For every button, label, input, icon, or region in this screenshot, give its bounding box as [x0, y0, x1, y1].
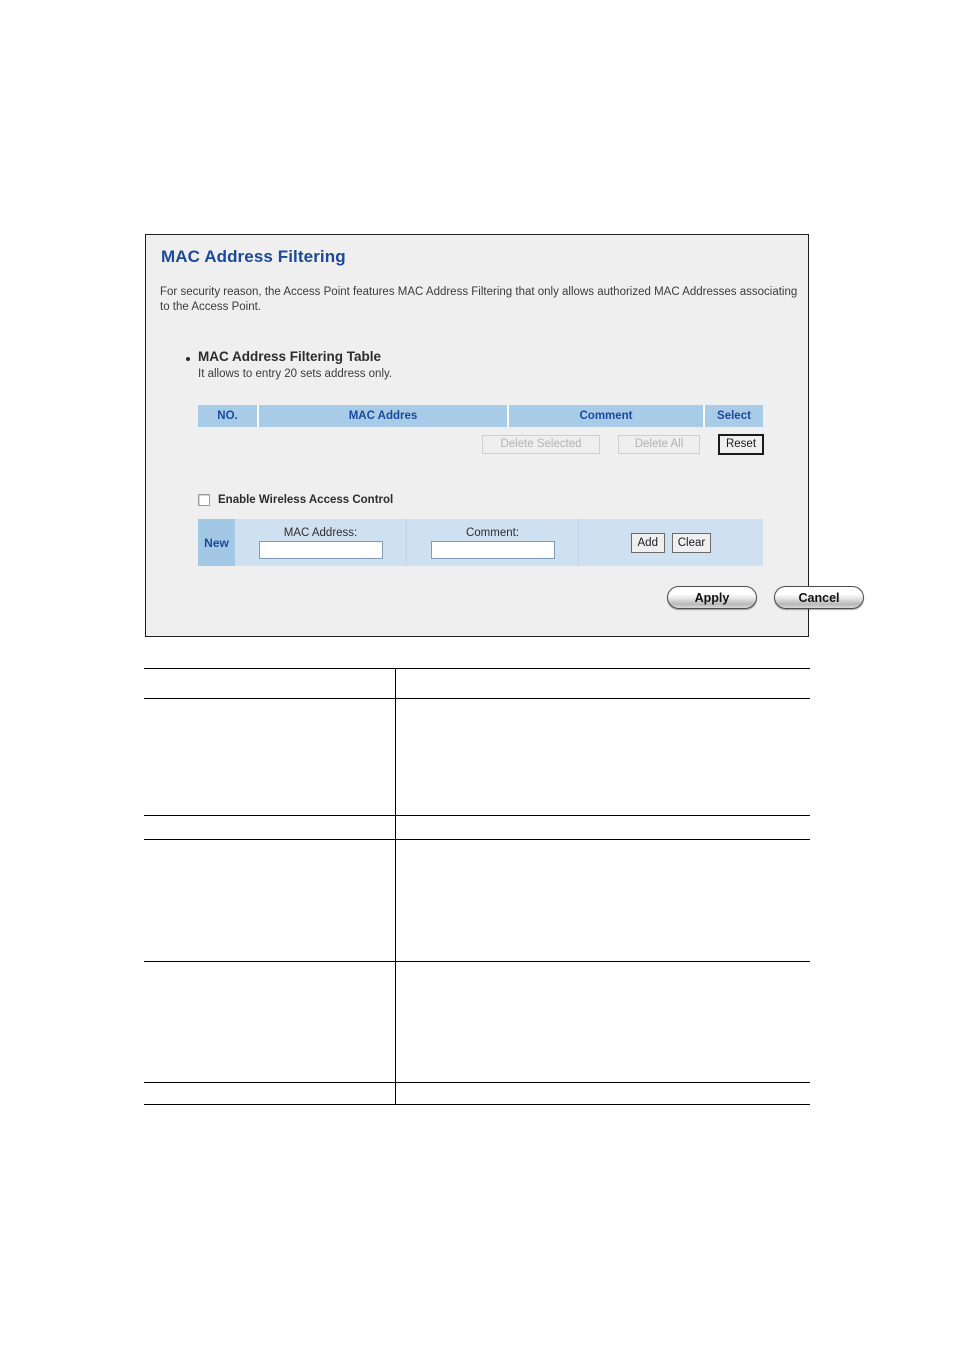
table-cell-term	[144, 839, 396, 962]
enable-wireless-access-control-label: Enable Wireless Access Control	[218, 494, 394, 506]
table-row	[144, 839, 810, 962]
page-title: MAC Address Filtering	[161, 247, 346, 266]
apply-button[interactable]: Apply	[667, 586, 757, 609]
table-cell-description	[395, 815, 810, 840]
table-cell-term	[144, 961, 396, 1083]
table-header-select: Select	[705, 405, 763, 427]
table-cell-term	[144, 698, 396, 816]
table-cell-description	[395, 839, 810, 962]
new-entry-mac-input[interactable]	[258, 540, 383, 559]
form-action-bar: Apply Cancel	[146, 586, 864, 612]
add-button[interactable]: Add	[630, 532, 665, 553]
mac-filter-table: NO. MAC Addres Comment Select	[198, 405, 763, 427]
table-row	[144, 698, 810, 816]
table-header-mac-address: MAC Addres	[259, 405, 507, 427]
table-cell-term	[144, 1082, 396, 1105]
table-row	[144, 668, 810, 699]
parameter-description-body	[144, 668, 810, 1105]
reset-button[interactable]: Reset	[718, 434, 764, 455]
new-entry-row: New MAC Address: Comment: Add Clear	[198, 519, 763, 566]
parameter-description-table	[144, 668, 810, 1105]
new-entry-badge: New	[198, 519, 235, 566]
table-cell-description	[395, 1082, 810, 1105]
table-cell-description	[395, 698, 810, 816]
new-entry-buttons-cell: Add Clear	[579, 519, 763, 566]
panel-description: For security reason, the Access Point fe…	[160, 286, 798, 313]
delete-selected-button[interactable]: Delete Selected	[482, 435, 600, 454]
table-row	[144, 961, 810, 1083]
new-entry-mac-label: MAC Address:	[283, 526, 358, 539]
table-cell-term	[144, 668, 396, 699]
table-row	[144, 1082, 810, 1105]
cancel-button[interactable]: Cancel	[774, 586, 864, 609]
new-entry-comment-label: Comment:	[465, 526, 520, 539]
table-action-bar: Delete Selected Delete All Reset	[198, 433, 764, 457]
bullet-icon	[186, 357, 190, 361]
table-header-no: NO.	[198, 405, 257, 427]
new-entry-comment-input[interactable]	[430, 540, 555, 559]
table-cell-term	[144, 815, 396, 840]
enable-wireless-access-control-checkbox[interactable]	[198, 494, 210, 506]
new-entry-mac-cell: MAC Address:	[235, 519, 407, 566]
section-heading: MAC Address Filtering Table	[198, 349, 382, 364]
section-subtext: It allows to entry 20 sets address only.	[198, 368, 393, 380]
mac-address-filtering-panel: MAC Address Filtering For security reaso…	[145, 234, 864, 637]
clear-button[interactable]: Clear	[671, 532, 712, 553]
new-entry-comment-cell: Comment:	[407, 519, 579, 566]
enable-wireless-access-control-row[interactable]: Enable Wireless Access Control	[198, 494, 393, 506]
table-header-comment: Comment	[509, 405, 703, 427]
table-cell-description	[395, 668, 810, 699]
table-cell-description	[395, 961, 810, 1083]
table-row	[144, 815, 810, 840]
delete-all-button[interactable]: Delete All	[618, 435, 700, 454]
